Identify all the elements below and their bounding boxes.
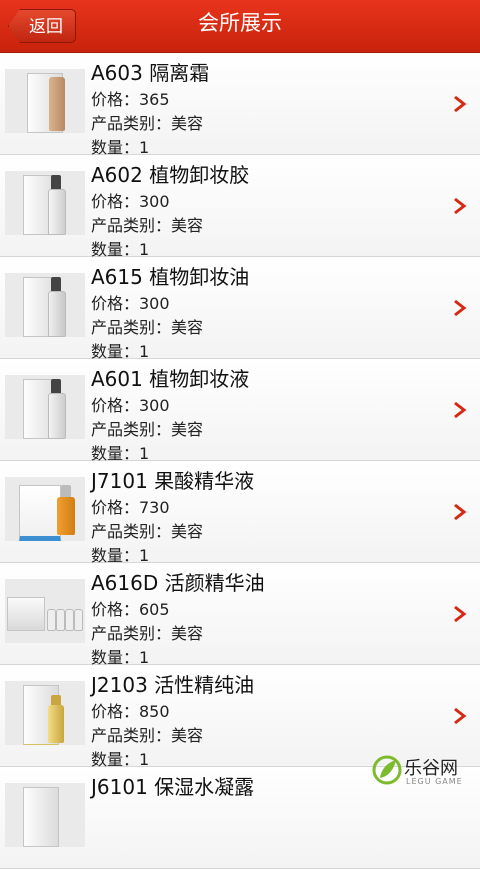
product-price: 价格：365 [91,90,170,109]
product-category: 产品类别：美容 [91,726,204,745]
leaf-logo-icon [372,755,402,785]
list-item[interactable]: A615 植物卸妆油 价格：300 产品类别：美容 数量：1 [0,257,480,361]
product-price: 价格：300 [91,396,170,415]
chevron-right-icon [454,503,467,521]
product-category: 产品类别：美容 [91,522,204,541]
product-name: A616D 活颜精华油 [91,571,265,595]
product-category: 产品类别：美容 [91,318,204,337]
product-name: J6101 保湿水凝露 [91,775,255,799]
product-price: 价格：730 [91,498,170,517]
chevron-right-icon [454,605,467,623]
chevron-right-icon [454,197,467,215]
product-category: 产品类别：美容 [91,420,204,439]
list-item[interactable]: J7101 果酸精华液 价格：730 产品类别：美容 数量：1 [0,461,480,565]
product-price: 价格：300 [91,192,170,211]
chevron-right-icon [454,299,467,317]
product-list: A603 隔离霜 价格：365 产品类别：美容 数量：1 A602 植物卸妆胶 … [0,53,480,869]
chevron-right-icon [454,95,467,113]
product-image [5,579,85,643]
product-image [5,375,85,439]
product-name: A615 植物卸妆油 [91,265,250,289]
chevron-right-icon [454,707,467,725]
list-item[interactable]: A603 隔离霜 价格：365 产品类别：美容 数量：1 [0,53,480,157]
product-name: A602 植物卸妆胶 [91,163,250,187]
title-bar: 返回 会所展示 [0,0,480,53]
product-price: 价格：605 [91,600,170,619]
product-image [5,681,85,745]
product-name: A603 隔离霜 [91,61,210,85]
product-image [5,171,85,235]
product-category: 产品类别：美容 [91,114,204,133]
list-item[interactable]: A616D 活颜精华油 价格：605 产品类别：美容 数量：1 [0,563,480,667]
product-image [5,477,85,541]
product-name: J2103 活性精纯油 [91,673,255,697]
product-name: J7101 果酸精华液 [91,469,255,493]
list-item[interactable]: A601 植物卸妆液 价格：300 产品类别：美容 数量：1 [0,359,480,463]
product-image [5,783,85,847]
product-name: A601 植物卸妆液 [91,367,250,391]
site-watermark: 乐谷网 LEGU GAME [372,750,472,796]
watermark-subtext: LEGU GAME [406,777,463,786]
list-item[interactable]: A602 植物卸妆胶 价格：300 产品类别：美容 数量：1 [0,155,480,259]
product-price: 价格：850 [91,702,170,721]
product-category: 产品类别：美容 [91,216,204,235]
product-image [5,69,85,133]
product-price: 价格：300 [91,294,170,313]
product-image [5,273,85,337]
page-title: 会所展示 [198,11,282,35]
chevron-right-icon [454,401,467,419]
product-category: 产品类别：美容 [91,624,204,643]
